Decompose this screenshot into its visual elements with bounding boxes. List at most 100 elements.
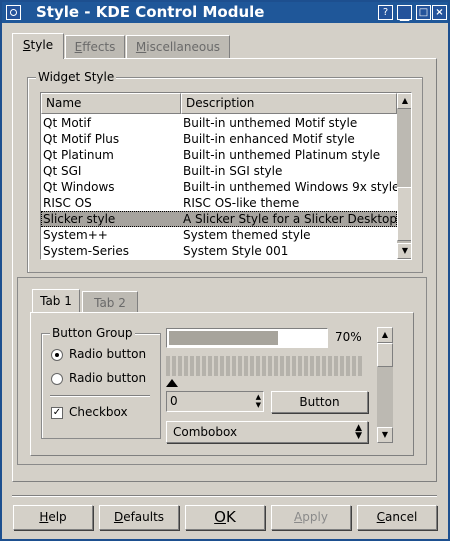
- button-group: Button Group Radio button Radio button ✓: [41, 326, 161, 439]
- style-description: Built-in enhanced Motif style: [183, 132, 355, 146]
- preview-button[interactable]: Button: [271, 391, 368, 413]
- preview-scrollbar-thumb[interactable]: [377, 343, 393, 367]
- list-item[interactable]: Slicker style A Slicker Style for a Slick…: [41, 211, 408, 227]
- tab-accel: M: [135, 40, 147, 54]
- list-scrollbar[interactable]: ▲ ▼: [397, 93, 411, 259]
- list-item[interactable]: System++ System themed style: [41, 227, 397, 243]
- maximize-icon[interactable]: □: [416, 5, 431, 20]
- style-name: Slicker style: [43, 212, 116, 226]
- preview-tab-1-label: Tab 1: [40, 294, 72, 308]
- style-name: Qt Windows: [43, 180, 115, 194]
- checkbox[interactable]: ✓ Checkbox: [51, 404, 156, 422]
- style-list-body: Qt Motif Built-in unthemed Motif style Qt …: [41, 115, 408, 259]
- spin-up-icon[interactable]: ▲: [256, 393, 261, 401]
- tab-label-rest: ffects: [82, 40, 116, 54]
- help-icon[interactable]: ?: [378, 5, 393, 20]
- window-menu-icon[interactable]: [6, 5, 21, 20]
- ok-button[interactable]: OK: [185, 505, 265, 530]
- style-description: Built-in SGI style: [183, 164, 283, 178]
- group-separator: [50, 395, 150, 396]
- list-item[interactable]: Qt Motif Built-in unthemed Motif style: [41, 115, 397, 131]
- style-name: Qt SGI: [43, 164, 82, 178]
- preview-frame: Tab 1 Tab 2 Button Group Radio button Ra…: [17, 277, 427, 465]
- style-description: System themed style: [183, 228, 311, 242]
- kde-control-module-window: Style - KDE Control Module ? ▁ □ × Style…: [0, 0, 450, 541]
- slider-handle-icon[interactable]: [166, 379, 178, 387]
- style-description: Built-in unthemed Motif style: [183, 116, 358, 130]
- tab-effects[interactable]: Effects: [65, 35, 125, 58]
- style-description: A Slicker Style for a Slicker Desktop...: [183, 212, 409, 226]
- checkbox-checked-icon: ✓: [51, 407, 63, 419]
- cancel-rest: ancel: [385, 510, 418, 524]
- radio-button-1[interactable]: Radio button: [51, 346, 156, 364]
- close-icon[interactable]: ×: [432, 5, 447, 20]
- style-name: Qt Motif Plus: [43, 132, 120, 146]
- apply-button[interactable]: Apply: [271, 505, 351, 530]
- style-name: Qt Motif: [43, 116, 91, 130]
- tab-label-rest: tyle: [30, 38, 54, 52]
- tab-style[interactable]: Style: [12, 33, 64, 59]
- style-description: System Style 001: [183, 244, 289, 258]
- style-name: RISC OS: [43, 196, 92, 210]
- apply-rest: pply: [302, 510, 328, 524]
- list-item[interactable]: RISC OS RISC OS-like theme: [41, 195, 397, 211]
- minimize-icon[interactable]: ▁: [397, 5, 412, 21]
- preview-tab-2-label: Tab 2: [94, 296, 126, 310]
- tab-panel: Widget Style Name Description Qt Motif Bu…: [12, 58, 437, 482]
- scrollbar-thumb[interactable]: [397, 187, 411, 241]
- spinbox[interactable]: 0 ▲ ▼: [166, 391, 264, 412]
- list-item[interactable]: Qt SGI Built-in SGI style: [41, 163, 397, 179]
- help-accel: H: [39, 510, 49, 524]
- style-list[interactable]: Name Description Qt Motif Built-in unthem…: [40, 92, 412, 260]
- cancel-button[interactable]: Cancel: [357, 505, 437, 530]
- bottom-separator: [12, 495, 437, 496]
- spinbox-value: 0: [170, 394, 178, 408]
- column-header-name[interactable]: Name: [41, 93, 181, 114]
- defaults-button[interactable]: Defaults: [99, 505, 179, 530]
- combobox-arrows-icon: ▲ ▼: [355, 423, 362, 441]
- scroll-down-icon[interactable]: ▼: [397, 243, 411, 259]
- list-item[interactable]: Qt Platinum Built-in unthemed Platinum st…: [41, 147, 397, 163]
- style-name: Qt Platinum: [43, 148, 114, 162]
- style-description: Built-in unthemed Platinum style: [183, 148, 381, 162]
- spin-down-icon[interactable]: ▼: [256, 401, 261, 409]
- preview-scroll-up-icon[interactable]: ▲: [377, 327, 393, 343]
- button-group-legend: Button Group: [50, 326, 135, 340]
- progress-bar: [166, 328, 328, 348]
- ok-rest: K: [225, 508, 236, 526]
- progress-label: 70%: [335, 330, 362, 344]
- defaults-rest: efaults: [123, 510, 165, 524]
- title-bar[interactable]: Style - KDE Control Module ? ▁ □ ×: [2, 2, 448, 23]
- list-item[interactable]: Qt Windows Built-in unthemed Windows 9x s…: [41, 179, 399, 195]
- slider-track[interactable]: [166, 356, 364, 376]
- radio-checked-icon: [51, 349, 63, 361]
- preview-tab-2[interactable]: Tab 2: [82, 291, 138, 312]
- radio-unchecked-icon: [51, 373, 63, 385]
- help-button[interactable]: Help: [13, 505, 93, 530]
- radio-button-2[interactable]: Radio button: [51, 370, 156, 388]
- preview-scrollbar[interactable]: ▲ ▼: [377, 327, 393, 443]
- tab-label-rest: iscellaneous: [146, 40, 221, 54]
- combobox-value: Combobox: [173, 425, 238, 439]
- tab-accel: S: [22, 38, 31, 52]
- scroll-up-icon[interactable]: ▲: [397, 93, 411, 109]
- preview-tab-1[interactable]: Tab 1: [32, 289, 80, 312]
- cancel-accel: C: [376, 510, 386, 524]
- defaults-accel: D: [113, 510, 124, 524]
- tab-miscellaneous[interactable]: Miscellaneous: [126, 35, 230, 58]
- widget-style-group: Widget Style Name Description Qt Motif Bu…: [27, 70, 423, 273]
- widget-style-legend: Widget Style: [36, 70, 117, 84]
- list-item[interactable]: Qt Motif Plus Built-in enhanced Motif sty…: [41, 131, 397, 147]
- preview-scroll-down-icon[interactable]: ▼: [377, 427, 393, 443]
- ok-accel: O: [214, 508, 226, 526]
- combobox[interactable]: Combobox ▲ ▼: [166, 421, 368, 443]
- radio-button-1-label: Radio button: [69, 347, 147, 361]
- progress-fill: [169, 331, 278, 345]
- list-item[interactable]: System-Series System Style 001: [41, 243, 397, 259]
- column-header-description[interactable]: Description: [181, 93, 397, 114]
- window-title: Style - KDE Control Module: [36, 3, 265, 21]
- style-description: RISC OS-like theme: [183, 196, 300, 210]
- checkbox-label: Checkbox: [69, 405, 128, 419]
- help-rest: elp: [48, 510, 67, 524]
- radio-button-2-label: Radio button: [69, 371, 147, 385]
